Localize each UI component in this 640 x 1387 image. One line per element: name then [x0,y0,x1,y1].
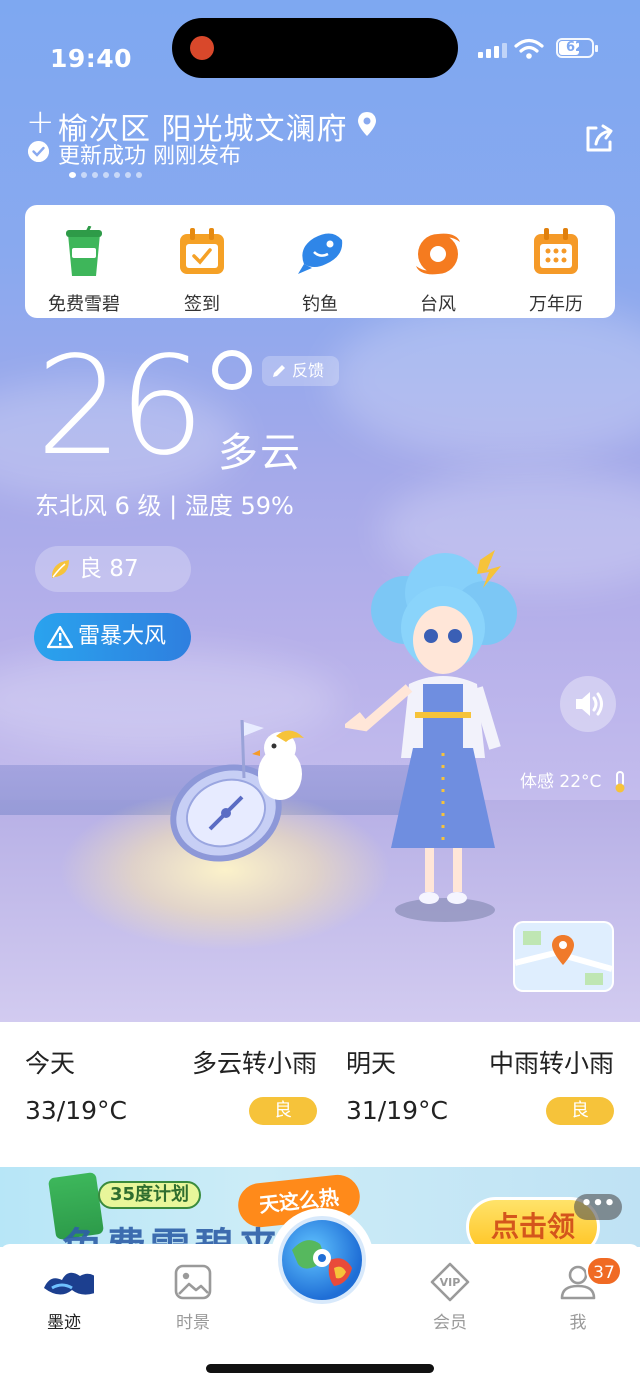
weather-alert-pill[interactable]: 雷暴大风 [34,613,191,661]
calendar-check-icon [180,227,224,274]
sound-button[interactable] [560,676,616,732]
cup-icon [66,225,102,276]
daily-forecast: 今天 多云转小雨 33/19°C 良 明天 中雨转小雨 31/19°C 良 [0,1022,640,1167]
feedback-label: 反馈 [292,361,325,380]
aqi-pill[interactable]: 良 87 [35,546,191,592]
center-globe-button[interactable] [270,1208,374,1312]
add-city-icon[interactable]: + [26,105,55,139]
wind-humidity: 东北风 6 级 | 湿度 59% [35,492,294,520]
forecast-temp: 33/19°C [25,1096,128,1125]
share-icon[interactable] [582,122,616,156]
more-options-icon[interactable]: ••• [574,1194,622,1220]
recording-dot-icon [190,36,214,60]
battery-level: 62 [565,40,585,55]
cloud [330,300,640,460]
vip-diamond-icon: VIP [430,1262,470,1302]
moji-cloud-icon [44,1272,94,1295]
quick-action-label: 免费雪碧 [48,293,120,315]
forecast-today[interactable]: 今天 多云转小雨 33/19°C 良 [25,1022,317,1167]
status-time: 19:40 [50,44,133,73]
cellular-signal-icon [478,42,507,58]
girl-character [345,550,517,922]
forecast-condition: 多云转小雨 [191,1049,317,1078]
quick-action-perpetual-calendar[interactable]: 万年历 [501,212,611,315]
pencil-icon [273,365,285,377]
page-dots [69,172,142,178]
forecast-tomorrow[interactable]: 明天 中雨转小雨 31/19°C 良 [346,1022,614,1167]
battery-tip [595,45,598,52]
speaker-icon [576,692,603,716]
globe-map-icon [292,1240,352,1286]
quick-action-free-sprite[interactable]: 免费雪碧 [29,212,139,315]
tab-label: 会员 [433,1313,467,1333]
globe-icon [278,1216,366,1304]
feels-like-label: 体感 22°C [520,772,602,792]
aqi-label: 良 87 [79,556,139,582]
quick-action-check-in[interactable]: 签到 [147,212,257,315]
update-status: 更新成功 刚刚发布 [58,144,241,169]
feels-like[interactable]: 体感 22°C [510,766,629,798]
quick-action-label: 钓鱼 [302,293,338,315]
degree-symbol [212,350,252,390]
forecast-day: 今天 [25,1049,76,1078]
quick-action-label: 签到 [184,293,220,315]
aqi-badge: 良 [249,1097,317,1125]
alert-label: 雷暴大风 [78,624,167,649]
check-circle-icon [28,141,49,162]
quick-action-fishing[interactable]: 钓鱼 [265,212,375,315]
quick-action-label: 万年历 [529,293,583,315]
forecast-day: 明天 [346,1049,397,1078]
radar-map-button[interactable] [513,921,614,992]
aqi-badge: 良 [546,1097,614,1125]
fish-icon [298,232,343,274]
tab-scenes[interactable]: 时景 [153,1260,233,1333]
tab-label: 时景 [176,1313,210,1333]
forecast-condition: 中雨转小雨 [488,1049,614,1078]
quick-action-typhoon[interactable]: 台风 [383,212,493,315]
svg-text:VIP: VIP [440,1276,461,1289]
thermometer-icon [615,771,625,793]
current-condition: 多云 [218,430,302,476]
leaf-icon [51,560,69,578]
typhoon-icon [416,233,460,274]
feedback-button[interactable]: 反馈 [262,356,339,386]
forecast-temp: 31/19°C [346,1096,449,1125]
status-bar: 19:40 62 [0,0,640,90]
wifi-icon [514,38,544,59]
duck-mascot [240,719,304,800]
warning-icon [47,625,73,649]
quick-actions-bar: 免费雪碧 签到 钓鱼 台风 万年历 [25,205,615,318]
tab-label: 墨迹 [47,1313,81,1333]
tab-vip[interactable]: VIP 会员 [410,1260,490,1333]
map-pin-icon [515,923,612,990]
calendar-grid-icon [534,227,578,274]
home-indicator [206,1364,434,1373]
battery-icon: 62 [556,38,598,58]
location-pin-icon [358,112,376,136]
tab-label: 我 [569,1313,587,1333]
notification-badge: 37 [586,1256,622,1286]
quick-action-label: 台风 [420,293,456,315]
tab-moji[interactable]: 墨迹 [24,1260,104,1333]
current-temperature: 26 [36,328,205,486]
dynamic-island [172,18,458,78]
banner-tag: 35度计划 [98,1181,202,1209]
image-icon [174,1264,212,1300]
